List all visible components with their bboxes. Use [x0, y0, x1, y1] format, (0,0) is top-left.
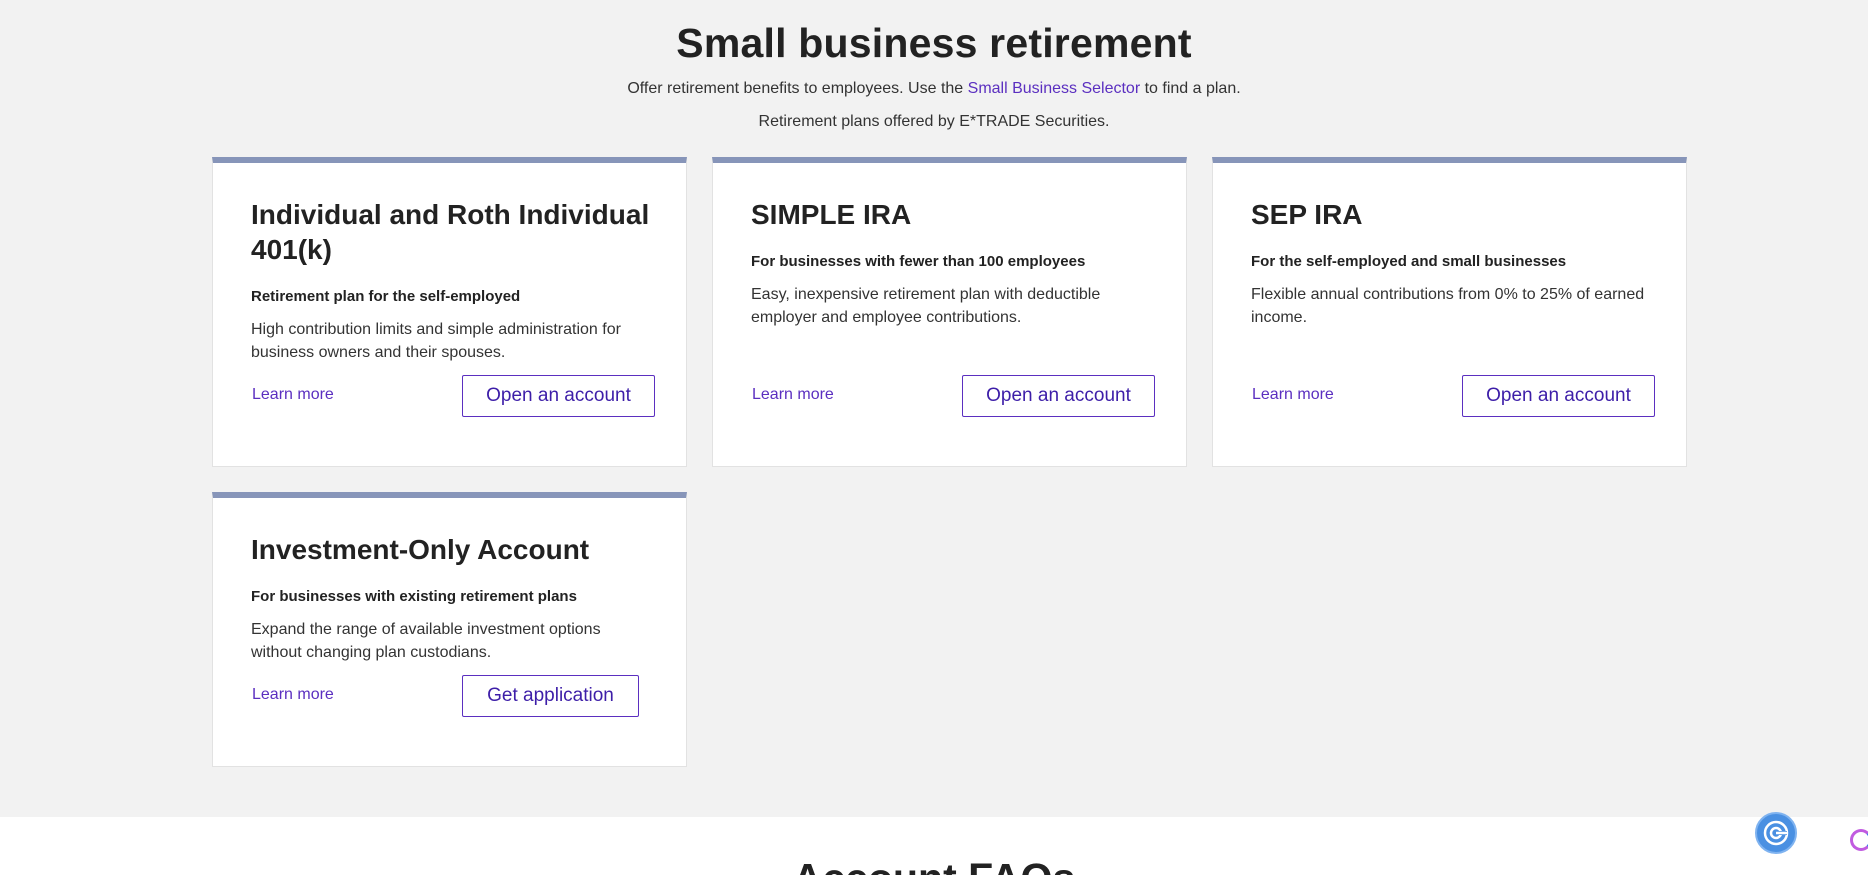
- plan-card-investment-only: Investment-Only Account For businesses w…: [212, 492, 687, 767]
- plan-card-description: Expand the range of available investment…: [251, 621, 601, 661]
- app-edge-icon[interactable]: [1850, 829, 1868, 851]
- plan-card-description: High contribution limits and simple admi…: [251, 321, 621, 361]
- assistant-chat-button[interactable]: [1755, 812, 1797, 854]
- page-title: Small business retirement: [676, 20, 1192, 66]
- intro-text: Offer retirement benefits to employees. …: [0, 80, 1868, 98]
- plan-card-title: SEP IRA: [1251, 199, 1363, 230]
- faq-title: Account FAQs: [0, 855, 1868, 875]
- plan-card-subtitle: For businesses with existing retirement …: [251, 588, 577, 605]
- open-account-button[interactable]: Open an account: [1462, 375, 1655, 417]
- assistant-chat-icon: [1763, 820, 1789, 846]
- plan-card-subtitle: For businesses with fewer than 100 emplo…: [751, 253, 1086, 270]
- small-business-selector-link[interactable]: Small Business Selector: [968, 80, 1141, 97]
- plan-card-title: SIMPLE IRA: [751, 199, 912, 230]
- plan-card-subtitle: Retirement plan for the self-employed: [251, 288, 521, 305]
- plan-card-subtitle: For the self-employed and small business…: [1251, 253, 1567, 270]
- provider-note: Retirement plans offered by E*TRADE Secu…: [758, 113, 1110, 130]
- plan-card-title: Investment-Only Account: [251, 534, 590, 565]
- plan-card-sep-ira: SEP IRA For the self-employed and small …: [1212, 157, 1687, 467]
- learn-more-link[interactable]: Learn more: [252, 386, 334, 404]
- learn-more-link[interactable]: Learn more: [1252, 386, 1334, 404]
- plan-card-simple-ira: SIMPLE IRA For businesses with fewer tha…: [712, 157, 1187, 467]
- open-account-button[interactable]: Open an account: [462, 375, 655, 417]
- open-account-button[interactable]: Open an account: [962, 375, 1155, 417]
- plan-card-description: Easy, inexpensive retirement plan with d…: [751, 286, 1101, 326]
- plan-card-individual-401k: Individual and Roth Individual 401(k) Re…: [212, 157, 687, 467]
- plan-card-title: Individual and Roth Individual 401(k): [251, 199, 650, 265]
- learn-more-link[interactable]: Learn more: [752, 386, 834, 404]
- intro-text-before: Offer retirement benefits to employees. …: [627, 80, 968, 97]
- faq-section: Account FAQs: [0, 817, 1868, 875]
- plan-card-description: Flexible annual contributions from 0% to…: [1251, 286, 1645, 326]
- get-application-button[interactable]: Get application: [462, 675, 639, 717]
- learn-more-link[interactable]: Learn more: [252, 686, 334, 704]
- intro-text-after: to find a plan.: [1140, 80, 1241, 97]
